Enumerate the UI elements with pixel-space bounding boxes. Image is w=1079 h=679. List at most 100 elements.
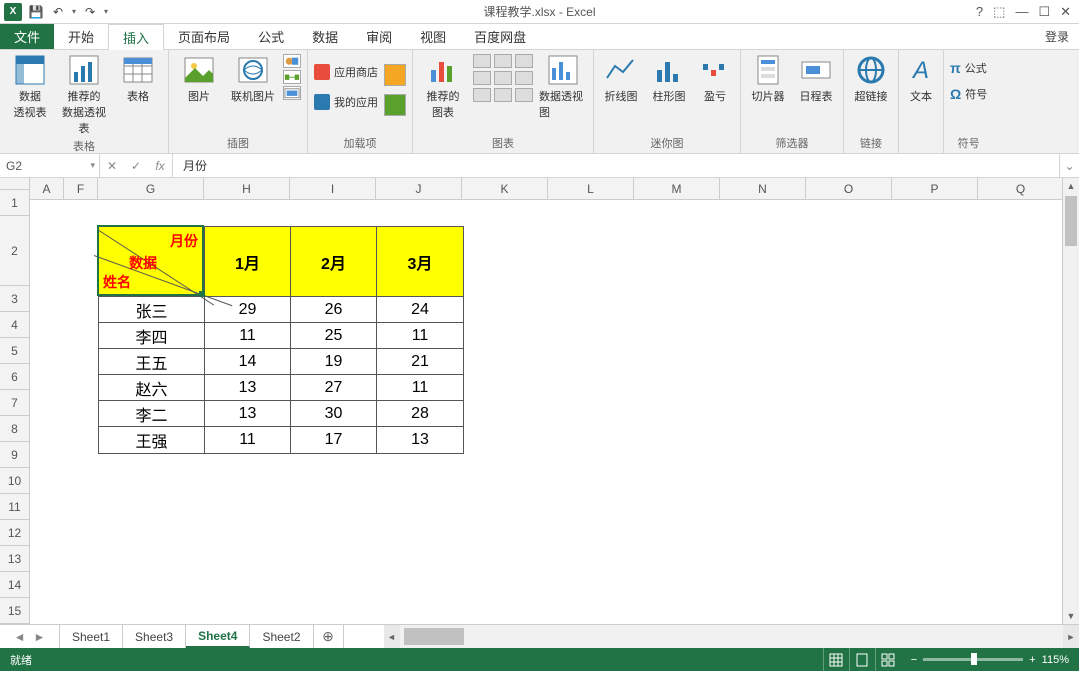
sheet-tab-Sheet2[interactable]: Sheet2 — [250, 625, 313, 648]
col-header-3月[interactable]: 3月 — [377, 227, 463, 297]
row-header-11[interactable]: 11 — [0, 494, 29, 520]
fx-icon[interactable]: fx — [148, 159, 172, 173]
tab-file[interactable]: 文件 — [0, 24, 54, 49]
vertical-scrollbar[interactable]: ▲ ▼ — [1062, 178, 1079, 624]
row-header-8[interactable]: 8 — [0, 416, 29, 442]
h-scroll-thumb[interactable] — [404, 628, 464, 645]
qat-customize-icon[interactable]: ▾ — [104, 7, 108, 16]
name-cell[interactable]: 李二 — [99, 401, 205, 427]
data-cell[interactable]: 13 — [377, 427, 463, 453]
row-header-1[interactable]: 1 — [0, 190, 29, 216]
app-store-button[interactable]: 应用商店 — [314, 64, 378, 80]
column-header-F[interactable]: F — [64, 178, 98, 199]
tab-page-layout[interactable]: 页面布局 — [164, 24, 244, 49]
tab-view[interactable]: 视图 — [406, 24, 460, 49]
tab-formulas[interactable]: 公式 — [244, 24, 298, 49]
name-cell[interactable]: 李四 — [99, 323, 205, 349]
table-button[interactable]: 表格 — [114, 54, 162, 104]
row-header-3[interactable]: 3 — [0, 286, 29, 312]
data-cell[interactable]: 11 — [205, 427, 291, 453]
cells-area[interactable]: 月份数据姓名1月2月3月张三292624李四112511王五141921赵六13… — [30, 200, 1079, 624]
combo-chart-icon[interactable] — [515, 88, 533, 102]
shapes-smartart-screenshot[interactable] — [283, 54, 301, 100]
data-cell[interactable]: 30 — [291, 401, 377, 427]
data-cell[interactable]: 21 — [377, 349, 463, 375]
radar-chart-icon[interactable] — [494, 88, 512, 102]
scatter-chart-icon[interactable] — [515, 71, 533, 85]
scroll-down-icon[interactable]: ▼ — [1063, 608, 1079, 624]
name-box[interactable]: G2 — [0, 154, 100, 177]
undo-icon[interactable]: ↶ — [50, 4, 66, 20]
row-header-5[interactable]: 5 — [0, 338, 29, 364]
recommended-charts-button[interactable]: 推荐的 图表 — [419, 54, 467, 120]
smartart-icon[interactable] — [283, 70, 301, 84]
tab-data[interactable]: 数据 — [298, 24, 352, 49]
expand-formula-bar-icon[interactable]: ⌄ — [1059, 154, 1079, 177]
table-corner-cell[interactable]: 月份数据姓名 — [99, 227, 205, 297]
data-cell[interactable]: 13 — [205, 401, 291, 427]
column-chart-icon[interactable] — [473, 54, 491, 68]
normal-view-icon[interactable] — [823, 648, 849, 671]
pivot-table-button[interactable]: 数据 透视表 — [6, 54, 54, 120]
text-button[interactable]: A文本 — [905, 54, 937, 104]
online-pictures-button[interactable]: 联机图片 — [229, 54, 277, 104]
maximize-icon[interactable]: ☐ — [1038, 4, 1050, 20]
row-header-10[interactable]: 10 — [0, 468, 29, 494]
data-cell[interactable]: 26 — [291, 297, 377, 323]
minimize-icon[interactable]: — — [1015, 4, 1028, 19]
row-header-4[interactable]: 4 — [0, 312, 29, 338]
name-cell[interactable]: 王五 — [99, 349, 205, 375]
pie-chart-icon[interactable] — [515, 54, 533, 68]
scroll-up-icon[interactable]: ▲ — [1063, 178, 1079, 194]
formula-input[interactable]: 月份 — [173, 154, 1059, 177]
row-header-6[interactable]: 6 — [0, 364, 29, 390]
data-cell[interactable]: 17 — [291, 427, 377, 453]
column-header-H[interactable]: H — [204, 178, 290, 199]
sheet-tab-Sheet1[interactable]: Sheet1 — [60, 625, 123, 648]
column-header-M[interactable]: M — [634, 178, 720, 199]
line-chart-icon[interactable] — [494, 54, 512, 68]
help-icon[interactable]: ? — [976, 4, 983, 19]
timeline-button[interactable]: 日程表 — [795, 54, 837, 104]
tab-home[interactable]: 开始 — [54, 24, 108, 49]
data-cell[interactable]: 13 — [205, 375, 291, 401]
people-graph-icon[interactable] — [384, 94, 406, 116]
bing-maps-icon[interactable] — [384, 64, 406, 86]
horizontal-scrollbar[interactable]: ◄ ► — [384, 625, 1079, 648]
col-header-2月[interactable]: 2月 — [291, 227, 377, 297]
column-header-L[interactable]: L — [548, 178, 634, 199]
close-icon[interactable]: ✕ — [1060, 4, 1071, 20]
recommended-pivot-button[interactable]: 推荐的 数据透视表 — [60, 54, 108, 136]
data-cell[interactable]: 11 — [377, 375, 463, 401]
data-cell[interactable]: 28 — [377, 401, 463, 427]
row-header-12[interactable]: 12 — [0, 520, 29, 546]
bar-chart-icon[interactable] — [473, 71, 491, 85]
name-cell[interactable]: 张三 — [99, 297, 205, 323]
column-header-A[interactable]: A — [30, 178, 64, 199]
column-header-Q[interactable]: Q — [978, 178, 1064, 199]
shapes-icon[interactable] — [283, 54, 301, 68]
sheet-tab-Sheet3[interactable]: Sheet3 — [123, 625, 186, 648]
column-header-G[interactable]: G — [98, 178, 204, 199]
nav-next-icon[interactable]: ► — [34, 630, 46, 644]
sparkline-line-button[interactable]: 折线图 — [600, 54, 642, 104]
my-apps-button[interactable]: 我的应用 — [314, 94, 378, 110]
col-header-1月[interactable]: 1月 — [205, 227, 291, 297]
v-scroll-thumb[interactable] — [1065, 196, 1077, 246]
data-cell[interactable]: 27 — [291, 375, 377, 401]
cancel-icon[interactable]: ✕ — [100, 159, 124, 173]
data-cell[interactable]: 11 — [205, 323, 291, 349]
row-header-9[interactable]: 9 — [0, 442, 29, 468]
tab-review[interactable]: 审阅 — [352, 24, 406, 49]
page-layout-view-icon[interactable] — [849, 648, 875, 671]
sheet-tab-Sheet4[interactable]: Sheet4 — [186, 625, 250, 648]
row-header-15[interactable]: 15 — [0, 598, 29, 624]
screenshot-icon[interactable] — [283, 86, 301, 100]
sparkline-winloss-button[interactable]: 盈亏 — [696, 54, 734, 104]
column-header-J[interactable]: J — [376, 178, 462, 199]
zoom-in-icon[interactable]: + — [1029, 654, 1035, 666]
column-header-P[interactable]: P — [892, 178, 978, 199]
nav-prev-icon[interactable]: ◄ — [14, 630, 26, 644]
area-chart-icon[interactable] — [494, 71, 512, 85]
pictures-button[interactable]: 图片 — [175, 54, 223, 104]
